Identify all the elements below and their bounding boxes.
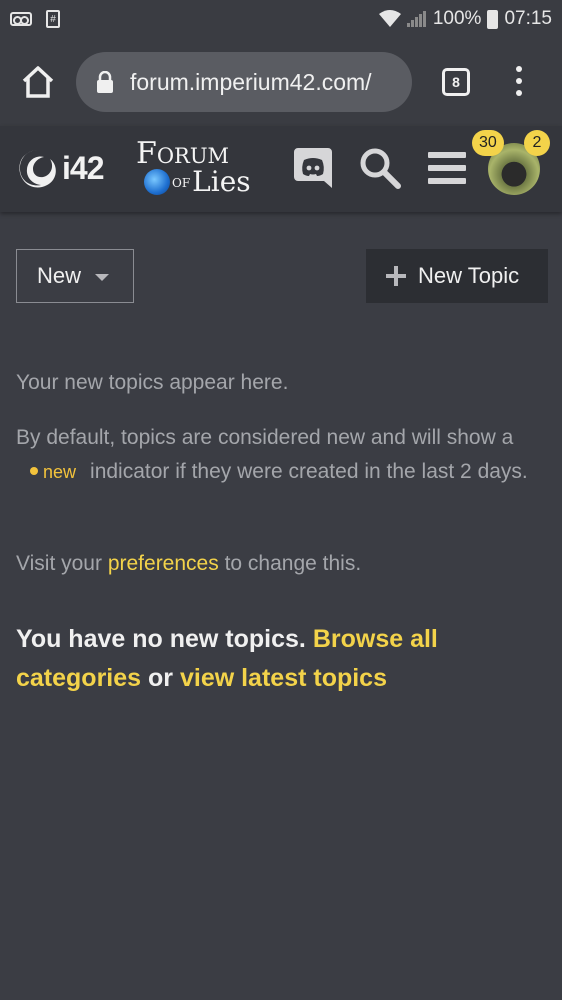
logo-line-lies: of Lies: [144, 166, 251, 198]
visit-prefix: Visit your: [16, 552, 102, 575]
new-indicator-label: new: [43, 462, 77, 482]
browser-menu-icon[interactable]: [510, 66, 528, 96]
forum-of-lies-logo[interactable]: Forum of Lies: [136, 138, 256, 200]
new-topic-label: New Topic: [418, 263, 520, 288]
signal-icon: [406, 11, 426, 27]
status-bar: # 100% 07:15: [0, 0, 562, 38]
i42-logo[interactable]: i42: [16, 146, 104, 190]
lock-icon: [97, 71, 113, 93]
default-explanation: By default, topics are considered new an…: [16, 421, 546, 489]
search-icon[interactable]: [358, 146, 402, 190]
logo-lies: Lies: [192, 165, 251, 198]
clock: 07:15: [504, 8, 552, 29]
empty-state-message: You have no new topics. Browse all categ…: [16, 620, 546, 698]
logo-of: of: [172, 172, 191, 192]
explanation-suffix: indicator if they were created in the la…: [90, 460, 528, 483]
address-bar[interactable]: forum.imperium42.com/: [76, 52, 412, 112]
url-text[interactable]: forum.imperium42.com/: [130, 69, 372, 96]
empty-prefix: You have no new topics.: [16, 625, 306, 653]
or-text: or: [148, 664, 174, 692]
browser-toolbar: forum.imperium42.com/ 8: [0, 38, 562, 126]
hamburger-menu-icon[interactable]: [428, 150, 466, 186]
orb-icon: [144, 169, 170, 195]
visit-suffix: to change this.: [224, 552, 362, 575]
swirl-logo-icon: [19, 150, 56, 188]
filter-label: New: [37, 263, 82, 288]
latest-topics-link[interactable]: view latest topics: [180, 664, 387, 692]
message-badge[interactable]: 2: [524, 130, 550, 156]
discord-icon[interactable]: [294, 148, 332, 188]
battery-icon: [487, 9, 499, 29]
explanation-prefix: By default, topics are considered new an…: [16, 426, 514, 449]
voicemail-icon: [10, 12, 32, 26]
plus-icon: [386, 266, 406, 286]
topic-filter-dropdown[interactable]: New: [16, 249, 134, 303]
new-indicator: new: [30, 462, 76, 482]
notification-badge[interactable]: 30: [472, 130, 504, 156]
new-topic-button[interactable]: New Topic: [366, 249, 548, 303]
tab-switcher-button[interactable]: 8: [442, 68, 470, 96]
logo-text: i42: [62, 149, 104, 186]
caret-down-icon: [95, 274, 110, 281]
preferences-link[interactable]: preferences: [108, 552, 219, 575]
sim-icon: #: [46, 10, 60, 28]
preferences-hint: Visit your preferences to change this.: [16, 547, 546, 581]
intro-text: Your new topics appear here.: [16, 371, 289, 394]
wifi-icon: [378, 10, 401, 27]
battery-percent: 100%: [432, 8, 482, 29]
home-icon[interactable]: [20, 64, 56, 100]
new-dot-icon: [30, 467, 38, 476]
